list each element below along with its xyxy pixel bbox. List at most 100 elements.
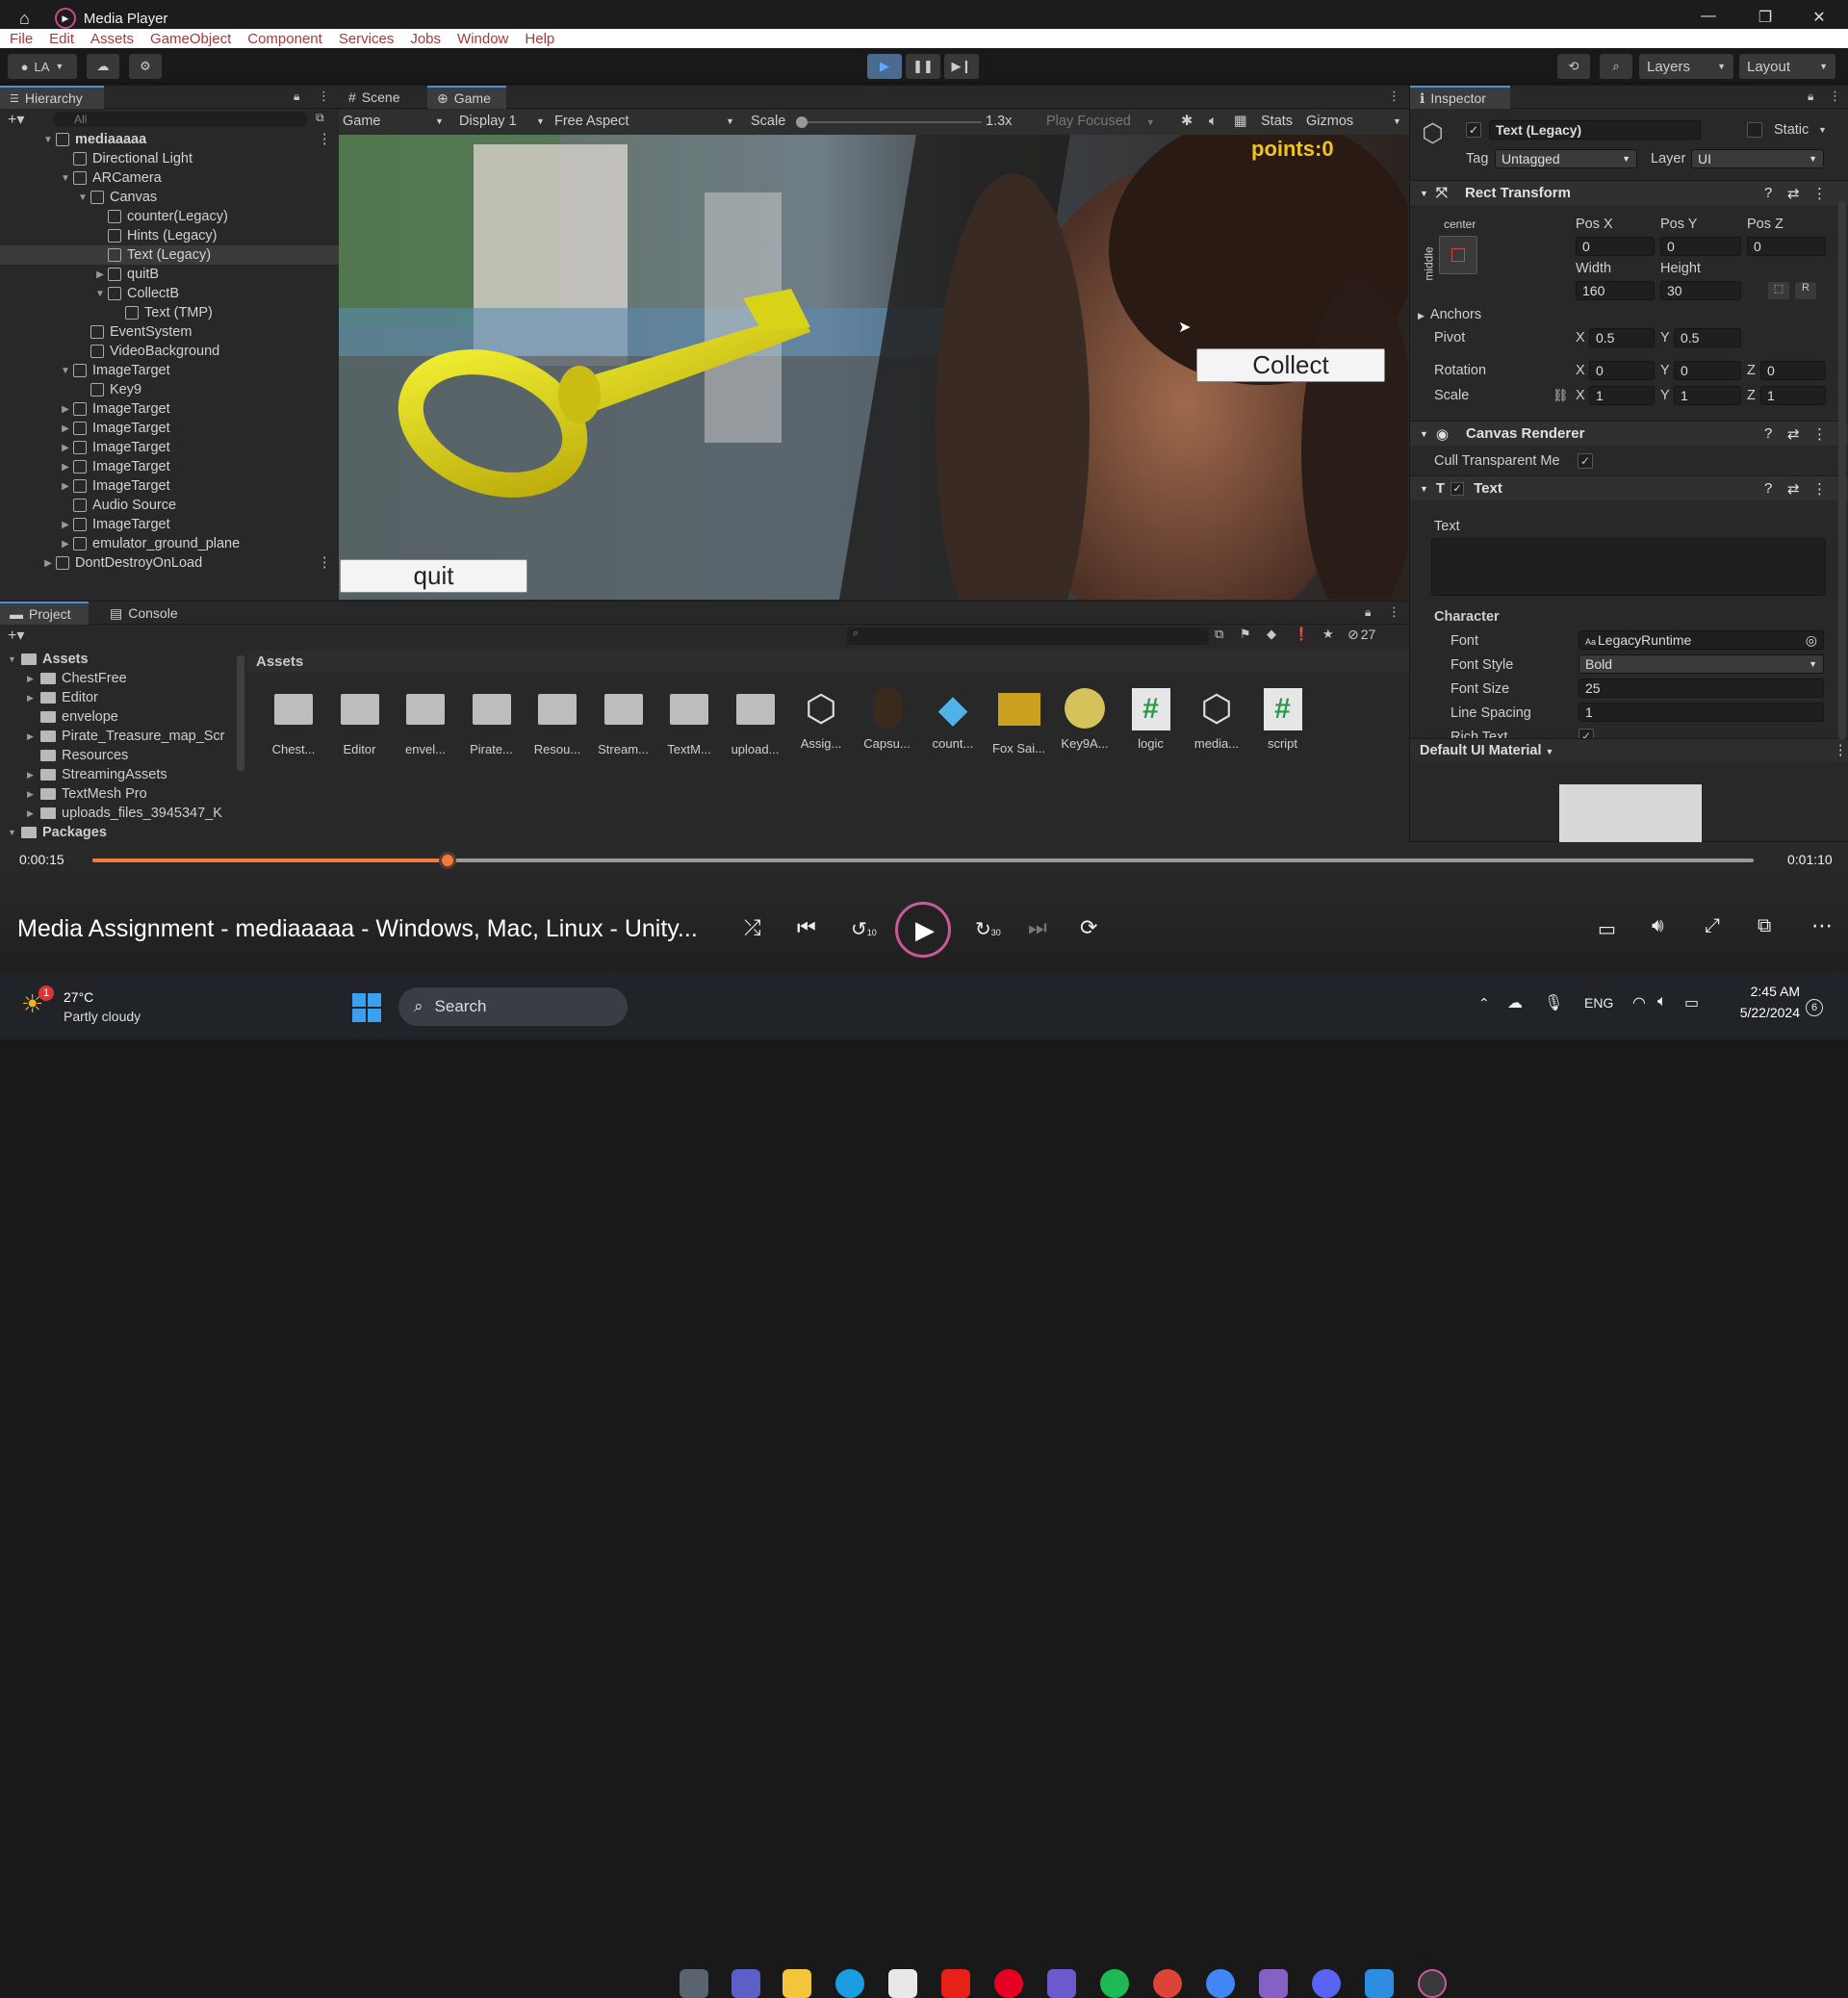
step-button[interactable]: ▶❙ [944,54,979,79]
asset-item[interactable]: ◆ count... [922,688,984,751]
search-by-label-icon[interactable]: ⚑ [1240,627,1251,642]
hierarchy-item[interactable]: ▶ DontDestroyOnLoad ⋮ [0,553,339,573]
speaker-icon[interactable]: 🔈︎ [1657,993,1667,1011]
mute-audio-icon[interactable]: 🔈︎ [1209,114,1218,129]
media-player-taskbar-icon[interactable] [1418,1969,1447,1998]
discord-icon[interactable] [1312,1969,1341,1998]
miniplayer-icon[interactable]: ⧉ [1758,915,1771,937]
game-mode-dropdown[interactable]: Game ▼ [343,114,447,129]
hierarchy-item[interactable]: ▼ ARCamera [0,168,339,188]
chevron-right-icon[interactable]: ▶ [27,674,40,684]
rot-x-field[interactable]: 0 [1589,361,1655,380]
foldout-arrow-icon[interactable]: ▼ [94,289,106,299]
menu-component[interactable]: Component [247,31,322,47]
store-icon[interactable] [888,1969,917,1998]
hierarchy-item[interactable]: Hints (Legacy) [0,226,339,245]
font-field[interactable]: Aa LegacyRuntime ◎ [1578,630,1824,650]
menu-file[interactable]: File [10,31,33,47]
asset-item[interactable]: envel... [395,688,456,756]
static-checkbox[interactable] [1747,122,1762,138]
project-tree-item[interactable]: ▶ ChestFree [27,669,127,688]
hierarchy-item[interactable]: ▶ quitB [0,265,339,284]
rect-transform-header[interactable]: ▼ ⤧ Rect Transform? ⇄ ⋮ [1410,180,1848,205]
anchor-preset-button[interactable] [1439,236,1477,274]
account-dropdown[interactable]: ● LA ▼ [8,54,77,79]
project-tree-item[interactable]: ▼ Assets [8,650,89,669]
chevron-right-icon[interactable]: ▶ [27,789,40,800]
foldout-arrow-icon[interactable]: ▶ [60,539,71,550]
kebab-menu-icon[interactable]: ⋮ [318,132,332,147]
asset-item[interactable]: Resou... [526,688,588,756]
foldout-arrow-icon[interactable]: ▼ [42,135,54,145]
edge-icon[interactable] [835,1969,864,1998]
text-component-header[interactable]: ▼ T ✓ Text? ⇄ ⋮ [1410,475,1848,500]
font-style-dropdown[interactable]: Bold ▼ [1578,654,1824,674]
hierarchy-item[interactable]: Text (Legacy) [0,245,339,265]
cloud-button[interactable]: ☁ [87,54,119,79]
kebab-menu-icon[interactable]: ⋮ [1388,604,1400,620]
foldout-arrow-icon[interactable]: ▶ [60,404,71,415]
chevron-right-icon[interactable]: ▶ [27,808,40,819]
repeat-icon[interactable]: ⟳ [1080,915,1097,940]
posz-field[interactable]: 0 [1747,237,1826,256]
foldout-arrow-icon[interactable]: ▶ [60,462,71,473]
preset-icon[interactable]: ⇄ [1787,480,1800,498]
microphone-icon[interactable]: 🎙︎ [1544,993,1563,1012]
close-icon[interactable]: ✕ [1800,8,1838,27]
foldout-arrow-icon[interactable]: ▶ [94,269,106,280]
foldout-arrow-icon[interactable]: ▼ [60,366,71,376]
taskbar-search[interactable]: ⌕ Search [398,987,628,1026]
foldout-arrow-icon[interactable]: ▶ [60,520,71,530]
hidden-packages-icon[interactable]: ⊘ 27 [1348,627,1375,643]
hierarchy-item[interactable]: Directional Light [0,149,339,168]
quit-button[interactable]: quit [340,559,527,593]
menu-edit[interactable]: Edit [49,31,74,47]
asset-item[interactable]: Capsu... [857,688,918,751]
menu-jobs[interactable]: Jobs [410,31,441,47]
inspector-scrollbar[interactable] [1838,201,1846,740]
kebab-menu-icon[interactable]: ⋮ [1812,185,1827,202]
shuffle-icon[interactable]: ⤮ [744,915,761,940]
asset-item[interactable]: Key9A... [1054,688,1116,751]
file-explorer-icon[interactable] [783,1969,811,1998]
pause-button[interactable]: ❚❚ [906,54,940,79]
fullscreen-icon[interactable]: ⤢ [1705,915,1720,937]
collab-button[interactable]: ⚙ [129,54,162,79]
menu-help[interactable]: Help [525,31,554,47]
chevron-down-icon[interactable]: ▼ [8,654,21,664]
play-focused-dropdown[interactable]: Play Focused ▼ [1046,114,1155,129]
foldout-arrow-icon[interactable]: ▶ [60,443,71,453]
project-tree-item[interactable]: ▶ StreamingAssets [27,765,167,784]
star-icon[interactable]: ★ [1322,627,1334,642]
weather-widget[interactable]: ☀ 1 27°C Partly cloudy [21,986,175,1028]
search-by-type-icon[interactable]: ⧉ [1215,627,1223,642]
maximize-icon[interactable]: ❐ [1746,8,1784,27]
foldout-arrow-icon[interactable]: ▶ [60,481,71,492]
kebab-menu-icon[interactable]: ⋮ [1834,743,1848,758]
clock-date[interactable]: 5/22/2024 [1723,1005,1800,1020]
menu-services[interactable]: Services [339,31,395,47]
tag-dropdown[interactable]: Untagged ▼ [1495,149,1637,168]
layout-dropdown[interactable]: Layout ▼ [1739,54,1835,79]
add-icon[interactable]: +▾ [8,626,24,645]
layer-dropdown[interactable]: UI ▼ [1691,149,1824,168]
hierarchy-item[interactable]: VideoBackground [0,342,339,361]
chevron-down-icon[interactable]: ▼ [8,828,21,837]
hierarchy-item[interactable]: ▶ ImageTarget [0,438,339,457]
canvas-renderer-header[interactable]: ▼ ◉ Canvas Renderer? ⇄ ⋮ [1410,421,1848,446]
hierarchy-item[interactable]: ▶ ImageTarget [0,419,339,438]
preset-icon[interactable]: ⇄ [1787,425,1800,443]
preset-icon[interactable]: ⇄ [1787,185,1800,202]
pivot-x-field[interactable]: 0.5 [1589,328,1655,347]
kebab-menu-icon[interactable]: ⋮ [1812,425,1827,443]
lock-icon[interactable]: 🔒︎ [294,90,299,104]
chevron-right-icon[interactable]: ▶ [27,731,40,742]
lock-icon[interactable]: 🔒︎ [1808,90,1813,104]
vpn-icon[interactable] [1047,1969,1076,1998]
lock-icon[interactable]: 🔒︎ [1365,605,1371,620]
asset-item[interactable]: Fox Sai... [988,688,1050,756]
project-tree-item[interactable]: ▶ Editor [27,688,98,707]
hierarchy-item[interactable]: ▶ ImageTarget [0,457,339,476]
help-icon[interactable]: ? [1764,480,1772,497]
add-icon[interactable]: +▾ [8,110,24,129]
